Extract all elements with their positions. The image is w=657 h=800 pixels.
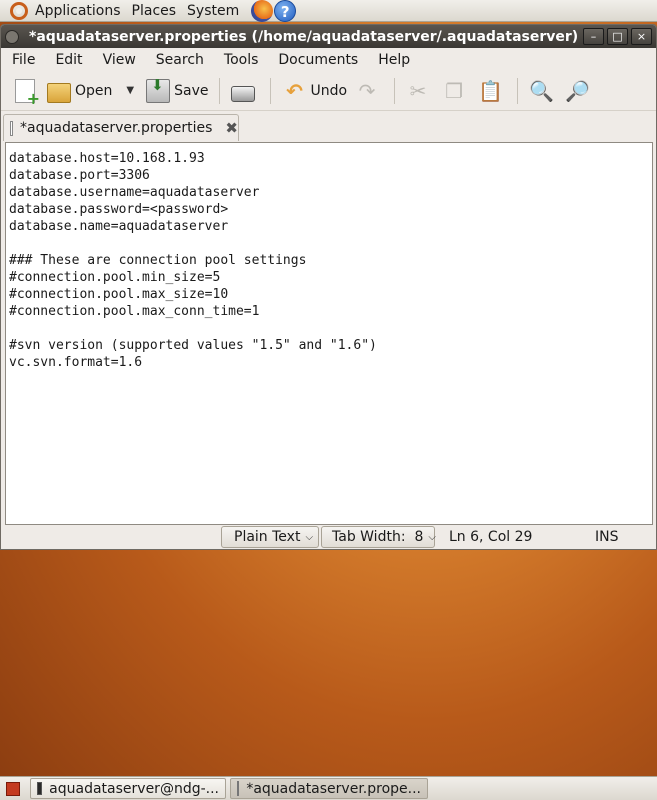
open-button[interactable]: Open ▼: [43, 75, 138, 107]
gedit-window: *aquadataserver.properties (/home/aquada…: [0, 24, 657, 550]
document-tab-bar: *aquadataserver.properties ✖: [1, 111, 656, 141]
undo-icon: ↶: [286, 78, 303, 103]
copy-icon: ❐: [445, 78, 464, 103]
toolbar-separator: [270, 77, 272, 104]
language-dropdown[interactable]: Plain Text ⌵: [221, 526, 319, 548]
chevron-down-icon: ⌵: [428, 531, 436, 543]
copy-button[interactable]: ❐: [438, 75, 474, 107]
text-editor[interactable]: database.host=10.168.1.93 database.port=3…: [5, 142, 653, 525]
window-title: *aquadataserver.properties (/home/aquada…: [29, 28, 579, 45]
code-line: database.username=aquadataserver: [9, 185, 260, 200]
terminal-icon: [37, 782, 43, 795]
clipboard-icon: 📋: [478, 78, 503, 103]
undo-label: Undo: [310, 82, 348, 99]
code-line: database.name=aquadataserver: [9, 219, 229, 234]
close-window-button[interactable]: ×: [631, 28, 652, 45]
find-button[interactable]: 🔍: [525, 75, 561, 107]
chevron-down-icon[interactable]: ▼: [126, 85, 134, 96]
ubuntu-logo-icon[interactable]: [10, 1, 28, 20]
code-line: #connection.pool.min_size=5: [9, 270, 221, 285]
find-replace-icon: 🔎: [565, 78, 590, 103]
scissors-icon: ✂: [409, 78, 427, 103]
code-line: #connection.pool.max_size=10: [9, 287, 229, 302]
menu-help[interactable]: Help: [367, 52, 419, 68]
menu-search[interactable]: Search: [145, 52, 213, 68]
cut-button[interactable]: ✂: [402, 75, 438, 107]
chevron-down-icon: ⌵: [305, 531, 314, 543]
code-line: #connection.pool.max_conn_time=1: [9, 304, 260, 319]
toolbar-separator: [219, 77, 221, 104]
save-button[interactable]: Save: [142, 75, 212, 107]
applications-menu[interactable]: Applications: [35, 3, 132, 19]
taskbar-gedit[interactable]: *aquadataserver.prope...: [230, 778, 428, 799]
insert-mode-indicator: INS: [595, 529, 619, 545]
document-icon: [10, 120, 14, 136]
print-button[interactable]: [227, 75, 263, 107]
maximize-button[interactable]: □: [607, 28, 628, 45]
task-label: aquadataserver@ndg-...: [49, 780, 219, 797]
code-line: #svn version (supported values "1.5" and…: [9, 338, 377, 353]
text-editor-icon: [237, 781, 240, 796]
taskbar-terminal[interactable]: aquadataserver@ndg-...: [30, 778, 226, 799]
menu-documents[interactable]: Documents: [267, 52, 367, 68]
printer-icon: [231, 85, 256, 102]
code-line: database.password=<password>: [9, 202, 229, 217]
menu-file[interactable]: File: [1, 52, 44, 68]
code-line: database.port=3306: [9, 168, 150, 183]
menu-bar: File Edit View Search Tools Documents He…: [1, 48, 656, 71]
redo-icon: ↷: [358, 78, 376, 103]
cursor-position: Ln 6, Col 29: [449, 529, 533, 545]
code-line: database.host=10.168.1.93: [9, 151, 205, 166]
language-label: Plain Text: [234, 529, 301, 545]
task-label: *aquadataserver.prope...: [246, 780, 421, 797]
paste-button[interactable]: 📋: [474, 75, 510, 107]
magnifier-icon: 🔍: [529, 78, 554, 103]
window-controls: – □ ×: [583, 28, 652, 45]
new-document-icon: [15, 78, 40, 108]
save-label: Save: [174, 82, 209, 99]
close-tab-icon[interactable]: ✖: [225, 119, 238, 137]
replace-button[interactable]: 🔎: [561, 75, 597, 107]
save-icon: [146, 76, 171, 103]
tab-width-label: Tab Width: 8: [332, 529, 424, 545]
redo-button[interactable]: ↷: [351, 75, 387, 107]
title-bar[interactable]: *aquadataserver.properties (/home/aquada…: [1, 25, 656, 48]
help-icon[interactable]: ?: [274, 0, 297, 22]
system-menu[interactable]: System: [187, 3, 250, 19]
document-tab[interactable]: *aquadataserver.properties ✖: [3, 114, 239, 141]
tab-width-dropdown[interactable]: Tab Width: 8 ⌵: [321, 526, 436, 548]
toolbar-separator: [517, 77, 519, 104]
menu-tools[interactable]: Tools: [213, 52, 268, 68]
code-line: ### These are connection pool settings: [9, 253, 307, 268]
tab-label: *aquadataserver.properties: [20, 120, 213, 136]
top-panel: Applications Places System ?: [0, 0, 657, 22]
menu-edit[interactable]: Edit: [44, 52, 91, 68]
open-label: Open: [75, 82, 113, 99]
minimize-button[interactable]: –: [583, 28, 604, 45]
window-menu-icon[interactable]: [5, 29, 19, 44]
toolbar: Open ▼ Save ↶ Undo ↷ ✂ ❐ 📋 🔍: [1, 71, 656, 111]
bottom-panel: aquadataserver@ndg-... *aquadataserver.p…: [0, 776, 657, 800]
status-bar: Plain Text ⌵ Tab Width: 8 ⌵ Ln 6, Col 29…: [1, 525, 656, 549]
toolbar-separator: [394, 77, 396, 104]
folder-open-icon: [47, 82, 71, 103]
new-document-button[interactable]: [11, 75, 43, 108]
menu-view[interactable]: View: [92, 52, 145, 68]
show-desktop-icon[interactable]: [6, 781, 20, 796]
undo-button[interactable]: ↶ Undo: [278, 75, 351, 107]
code-line: vc.svn.format=1.6: [9, 355, 143, 370]
places-menu[interactable]: Places: [132, 3, 188, 19]
firefox-icon[interactable]: [251, 0, 274, 22]
